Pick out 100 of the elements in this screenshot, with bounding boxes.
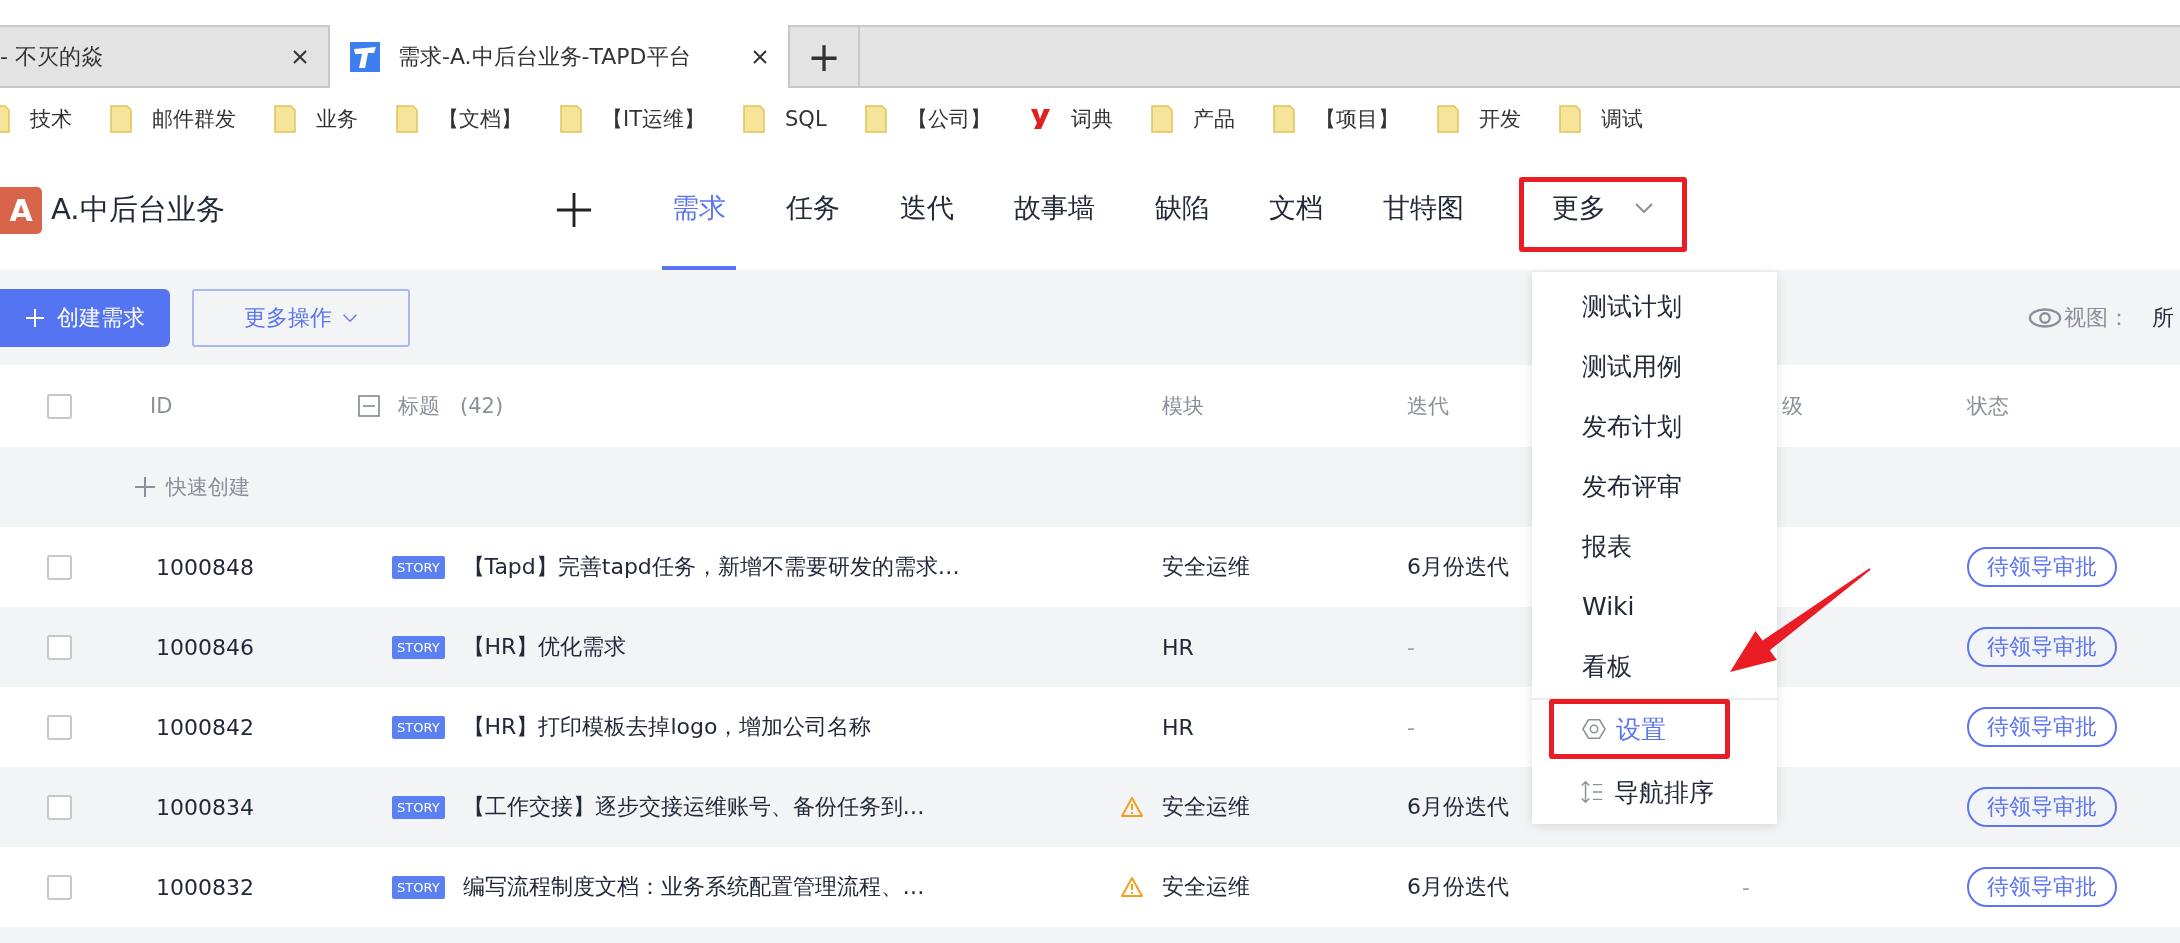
type-tag: STORY bbox=[392, 635, 445, 659]
caret-icon bbox=[342, 312, 358, 323]
iteration-cell: - bbox=[1407, 714, 1415, 740]
column-header: 标题 bbox=[398, 393, 440, 420]
nav-tab[interactable]: 甘特图 bbox=[1373, 150, 1474, 270]
module-cell: 安全运维 bbox=[1162, 874, 1250, 899]
bookmark-label[interactable]: 【IT运维】 bbox=[602, 105, 706, 133]
iteration-cell: 6月份迭代 bbox=[1407, 874, 1509, 899]
nav-tab[interactable]: 需求 bbox=[662, 150, 736, 270]
bookmark-label[interactable]: 调试 bbox=[1600, 105, 1643, 133]
nav-tab[interactable]: 迭代 bbox=[890, 150, 964, 270]
folder-icon bbox=[396, 105, 418, 133]
menu-item[interactable]: 测试计划 bbox=[1532, 276, 1777, 336]
column-header: ID bbox=[150, 394, 173, 418]
module-cell: 安全运维 bbox=[1162, 554, 1250, 579]
view-label: 视图： bbox=[2064, 303, 2130, 332]
status-badge[interactable]: 待领导审批 bbox=[1967, 547, 2117, 587]
folder-icon bbox=[864, 105, 887, 133]
nav-tab[interactable]: 任务 bbox=[776, 150, 850, 270]
menu-item[interactable]: 发布评审 bbox=[1532, 456, 1777, 516]
row-checkbox[interactable] bbox=[47, 874, 72, 900]
nav-tab[interactable]: 故事墙 bbox=[1004, 150, 1105, 270]
row-checkbox[interactable] bbox=[47, 714, 72, 740]
bookmark-label[interactable]: 业务 bbox=[316, 105, 358, 133]
bookmark-label[interactable]: 开发 bbox=[1478, 105, 1521, 133]
bookmark-label[interactable]: 【项目】 bbox=[1314, 105, 1399, 133]
menu-item[interactable]: 设置 bbox=[1554, 704, 1725, 754]
title-link[interactable]: 【Tapd】完善tapd任务，新增不需要研发的需求… bbox=[462, 552, 960, 582]
tab-title: - 不灭的焱 bbox=[0, 42, 104, 71]
folder-icon bbox=[1436, 105, 1459, 133]
select-all-checkbox[interactable] bbox=[47, 393, 72, 419]
close-icon[interactable] bbox=[292, 48, 308, 65]
close-icon[interactable] bbox=[752, 48, 768, 65]
id-cell: 1000842 bbox=[156, 714, 254, 740]
caret-icon bbox=[1634, 202, 1654, 214]
tapd-logo-icon bbox=[350, 41, 380, 72]
row-checkbox[interactable] bbox=[47, 634, 72, 660]
collapse-icon[interactable] bbox=[358, 395, 380, 417]
browser-tab[interactable]: - 不灭的焱 bbox=[0, 27, 330, 86]
nav-tab[interactable]: 缺陷 bbox=[1145, 150, 1219, 270]
project-badge: A bbox=[0, 186, 42, 234]
menu-item[interactable]: 发布计划 bbox=[1532, 396, 1777, 456]
title-link[interactable]: 【HR】优化需求 bbox=[462, 632, 627, 662]
iteration-cell: 6月份迭代 bbox=[1407, 794, 1509, 819]
bookmark-label[interactable]: 技术 bbox=[30, 105, 72, 133]
id-cell: 1000834 bbox=[156, 794, 254, 820]
status-badge[interactable]: 待领导审批 bbox=[1967, 867, 2117, 907]
create-button[interactable]: 创建需求 bbox=[0, 288, 170, 347]
eye-icon bbox=[2028, 306, 2062, 329]
folder-icon bbox=[560, 105, 582, 133]
sort-icon bbox=[1580, 780, 1604, 804]
folder-icon bbox=[110, 105, 132, 133]
plus-icon bbox=[134, 476, 156, 498]
bookmark-label[interactable]: 邮件群发 bbox=[152, 105, 236, 133]
status-badge[interactable]: 待领导审批 bbox=[1967, 627, 2117, 667]
iteration-cell: 6月份迭代 bbox=[1407, 554, 1509, 579]
module-cell: HR bbox=[1162, 634, 1194, 660]
iteration-cell: - bbox=[1407, 634, 1415, 660]
id-cell: 1000848 bbox=[156, 554, 254, 580]
row-checkbox[interactable] bbox=[47, 794, 72, 820]
menu-item[interactable]: 测试用例 bbox=[1532, 336, 1777, 396]
bookmark-label[interactable]: 【文档】 bbox=[438, 105, 522, 133]
row-count: (42) bbox=[460, 394, 504, 418]
add-icon[interactable] bbox=[555, 191, 593, 229]
more-actions-button[interactable]: 更多操作 bbox=[192, 288, 410, 347]
title-link[interactable]: 【HR】打印模板去掉logo，增加公司名称 bbox=[462, 712, 872, 742]
folder-icon bbox=[1558, 105, 1581, 133]
priority-cell: - bbox=[1742, 874, 1750, 900]
status-badge[interactable]: 待领导审批 bbox=[1967, 787, 2117, 827]
column-header: 模块 bbox=[1162, 394, 1204, 418]
title-link[interactable]: 编写流程制度文档：业务系统配置管理流程、… bbox=[462, 872, 925, 902]
settings-icon bbox=[1582, 717, 1606, 741]
menu-item[interactable]: 报表 bbox=[1532, 516, 1777, 576]
row-checkbox[interactable] bbox=[47, 554, 72, 580]
view-value[interactable]: 所 bbox=[2152, 302, 2174, 333]
folder-icon bbox=[274, 105, 296, 133]
tab-title: 需求-A.中后台业务-TAPD平台 bbox=[398, 42, 692, 71]
module-cell: 安全运维 bbox=[1162, 794, 1250, 819]
bookmark-label[interactable]: 产品 bbox=[1192, 105, 1235, 133]
menu-item[interactable]: 导航排序 bbox=[1532, 762, 1777, 822]
bookmark-label[interactable]: 【公司】 bbox=[906, 105, 991, 133]
nav-tab[interactable]: 文档 bbox=[1259, 150, 1333, 270]
menu-item[interactable]: Wiki bbox=[1532, 576, 1777, 636]
more-tab[interactable]: 更多 bbox=[1522, 150, 1684, 270]
column-header: 级 bbox=[1782, 394, 1803, 418]
plus-icon bbox=[25, 307, 45, 328]
type-tag: STORY bbox=[392, 875, 445, 899]
new-tab-button[interactable]: + bbox=[790, 27, 860, 86]
folder-icon bbox=[743, 105, 766, 133]
project-name[interactable]: A.中后台业务 bbox=[51, 190, 225, 230]
column-header: 迭代 bbox=[1407, 394, 1449, 418]
bookmark-label[interactable]: SQL bbox=[785, 107, 827, 131]
folder-icon bbox=[1150, 105, 1173, 133]
menu-item[interactable]: 看板 bbox=[1532, 636, 1777, 696]
status-badge[interactable]: 待领导审批 bbox=[1967, 707, 2117, 747]
browser-tab[interactable]: 需求-A.中后台业务-TAPD平台 bbox=[330, 25, 790, 88]
address-bar[interactable] bbox=[0, 0, 2180, 25]
title-link[interactable]: 【工作交接】逐步交接运维账号、备份任务到… bbox=[462, 792, 925, 822]
bookmark-label[interactable]: 词典 bbox=[1070, 105, 1113, 133]
folder-icon bbox=[1272, 105, 1295, 133]
